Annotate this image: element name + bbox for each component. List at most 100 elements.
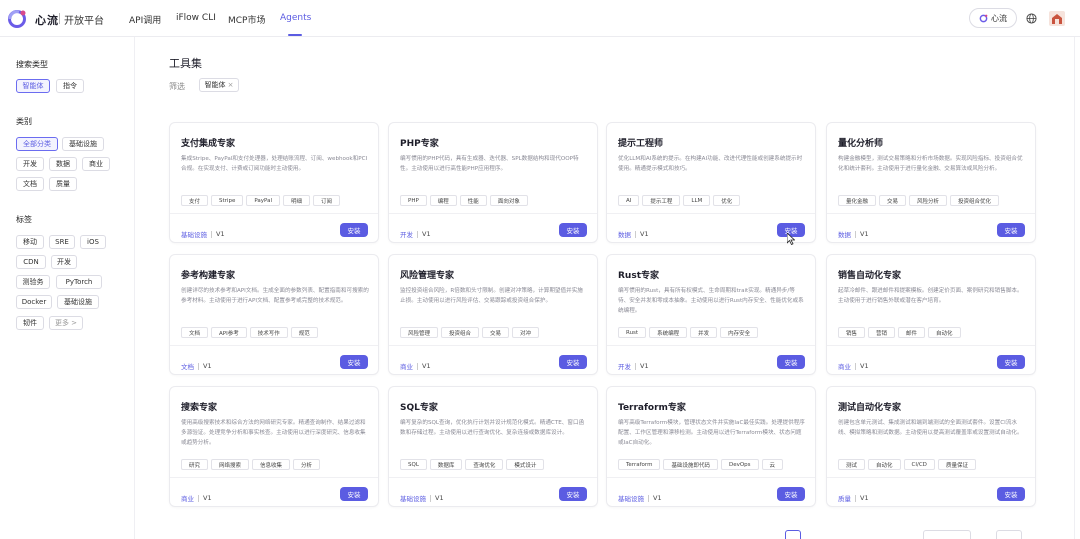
card-tag[interactable]: 支付 — [181, 195, 209, 206]
tag-chip[interactable]: Docker — [16, 295, 52, 309]
card-tag[interactable]: 分析 — [293, 459, 321, 470]
card-tag[interactable]: 自动化 — [928, 327, 961, 338]
card-tag[interactable]: CI/CD — [903, 459, 935, 470]
card-tag[interactable]: AI — [618, 195, 640, 206]
card-tag[interactable]: API参考 — [211, 327, 247, 338]
card-tag[interactable]: 信息收集 — [252, 459, 291, 470]
card-tag[interactable]: 系统编程 — [649, 327, 688, 338]
tag-chip[interactable]: SRE — [49, 235, 75, 249]
tag-more-button[interactable]: 更多 > — [49, 316, 83, 330]
category-docs[interactable]: 文档 — [16, 177, 44, 191]
card-title[interactable]: PHP专家 — [400, 136, 439, 149]
tag-chip[interactable]: 移动 — [16, 235, 44, 249]
card-tag[interactable]: 网络搜索 — [211, 459, 250, 470]
install-button[interactable]: 安装 — [997, 355, 1025, 369]
category-infra[interactable]: 基础设施 — [62, 137, 104, 151]
agent-card[interactable]: PHP专家 编写惯用的PHP代码，具有生成器、迭代器、SPL数据结构和现代OOP特… — [388, 122, 598, 243]
card-tag[interactable]: 编程 — [429, 195, 457, 206]
card-tag[interactable]: 营销 — [868, 327, 896, 338]
card-tag[interactable]: Stripe — [211, 195, 244, 206]
card-tag[interactable]: SQL — [400, 459, 427, 470]
card-title[interactable]: 提示工程师 — [618, 136, 663, 149]
install-button[interactable]: 安装 — [340, 355, 368, 369]
card-tag[interactable]: 质量保证 — [937, 459, 976, 470]
category-all[interactable]: 全部分类 — [16, 137, 58, 151]
card-title[interactable]: Terraform专家 — [618, 400, 686, 413]
card-tag[interactable]: 技术写作 — [249, 327, 288, 338]
card-title[interactable]: Rust专家 — [618, 268, 659, 281]
nav-agents[interactable]: Agents — [280, 13, 311, 23]
card-tag[interactable]: 交易 — [482, 327, 510, 338]
tag-chip[interactable]: CDN — [16, 255, 46, 269]
agent-card[interactable]: 参考构建专家 创建详尽的技术参考和API文档。生成全面的参数列表、配置指南和可搜索… — [169, 254, 379, 375]
card-category[interactable]: 数据 — [618, 229, 631, 239]
card-title[interactable]: 测试自动化专家 — [838, 400, 901, 413]
card-category[interactable]: 基础设施 — [400, 493, 426, 503]
pagination-size-select[interactable] — [923, 530, 971, 539]
agent-card[interactable]: Terraform专家 编写高级Terraform模块，管理状态文件并实施IaC最… — [606, 386, 816, 507]
category-data[interactable]: 数据 — [49, 157, 77, 171]
card-tag[interactable]: 文档 — [181, 327, 209, 338]
agent-card[interactable]: 销售自动化专家 起草冷邮件、跟进邮件和提案模板。创建定价页面、案例研究和销售脚本。… — [826, 254, 1036, 375]
card-title[interactable]: 量化分析师 — [838, 136, 883, 149]
install-button[interactable]: 安装 — [997, 487, 1025, 501]
card-tag[interactable]: 数据库 — [429, 459, 463, 470]
card-title[interactable]: 销售自动化专家 — [838, 268, 901, 281]
agent-card[interactable]: 提示工程师 优化LLM和AI系统的提示。在构建AI功能、改进代理性能或创建系统提示… — [606, 122, 816, 243]
card-tag[interactable]: PHP — [400, 195, 427, 206]
pagination-jump-input[interactable] — [996, 530, 1022, 539]
card-tag[interactable]: 投资组合 — [441, 327, 480, 338]
agent-card[interactable]: 量化分析师 构建金融模型，测试交易策略和分析市场数据。实现风险指标、投资组合优化和… — [826, 122, 1036, 243]
login-button[interactable]: 心流 — [969, 8, 1017, 28]
agent-card[interactable]: Rust专家 编写惯用的Rust，具有所有权模式、生命周期和trait实现。精通异… — [606, 254, 816, 375]
card-title[interactable]: SQL专家 — [400, 400, 438, 413]
card-category[interactable]: 质量 — [838, 493, 851, 503]
nav-api[interactable]: API调用 — [129, 13, 161, 26]
search-type-command[interactable]: 指令 — [56, 79, 84, 93]
card-category[interactable]: 商业 — [838, 361, 851, 371]
card-tag[interactable]: 研究 — [181, 459, 209, 470]
card-tag[interactable]: 云 — [761, 459, 784, 470]
tag-chip[interactable]: 开发 — [51, 255, 77, 269]
card-category[interactable]: 数据 — [838, 229, 851, 239]
agent-card[interactable]: 搜索专家 使用高级搜索技术和综合方法的网络研究专家。精通查询制作、结果过滤和多源验… — [169, 386, 379, 507]
install-button[interactable]: 安装 — [340, 223, 368, 237]
close-icon[interactable]: × — [228, 81, 234, 89]
card-tag[interactable]: 查询优化 — [465, 459, 504, 470]
tag-chip[interactable]: PyTorch — [56, 275, 102, 289]
filter-chip[interactable]: 智能体 × — [199, 78, 239, 92]
logo-icon[interactable] — [7, 9, 28, 28]
card-category[interactable]: 开发 — [618, 361, 631, 371]
scrollbar-track[interactable] — [1074, 37, 1075, 539]
card-category[interactable]: 基础设施 — [181, 229, 207, 239]
card-tag[interactable]: 量化金融 — [838, 195, 877, 206]
card-tag[interactable]: 销售 — [838, 327, 866, 338]
card-tag[interactable]: 提示工程 — [642, 195, 681, 206]
platform-name[interactable]: 开放平台 — [64, 12, 104, 27]
agent-card[interactable]: 风险管理专家 监控投资组合风险，R倍数和头寸限制。创建对冲策略，计算期望值并实施止… — [388, 254, 598, 375]
install-button[interactable]: 安装 — [340, 487, 368, 501]
globe-icon[interactable] — [1026, 13, 1037, 24]
nav-iflow-cli[interactable]: iFlow CLI — [176, 13, 216, 23]
card-tag[interactable]: 风险分析 — [909, 195, 948, 206]
avatar-icon[interactable] — [1049, 11, 1065, 26]
agent-card[interactable]: 支付集成专家 集成Stripe、PayPal和支付处理器，处理结账流程、订阅、we… — [169, 122, 379, 243]
card-tag[interactable]: 基础设施即代码 — [663, 459, 718, 470]
card-tag[interactable]: 模式设计 — [506, 459, 545, 470]
card-title[interactable]: 风险管理专家 — [400, 268, 454, 281]
install-button[interactable]: 安装 — [777, 355, 805, 369]
agent-card[interactable]: 测试自动化专家 创建包含单元测试、集成测试和端到端测试的全面测试套件。设置CI流水… — [826, 386, 1036, 507]
card-tag[interactable]: Rust — [618, 327, 647, 338]
card-tag[interactable]: LLM — [683, 195, 711, 206]
card-tag[interactable]: 性能 — [459, 195, 487, 206]
card-tag[interactable]: 内存安全 — [720, 327, 759, 338]
install-button[interactable]: 安装 — [559, 487, 587, 501]
card-tag[interactable]: PayPal — [246, 195, 280, 206]
nav-mcp-market[interactable]: MCP市场 — [228, 13, 265, 26]
install-button[interactable]: 安装 — [559, 355, 587, 369]
card-category[interactable]: 商业 — [181, 493, 194, 503]
install-button[interactable]: 安装 — [777, 487, 805, 501]
tag-chip[interactable]: 基础设施 — [57, 295, 99, 309]
tag-chip[interactable]: 韧件 — [16, 316, 44, 330]
card-tag[interactable]: 并发 — [690, 327, 718, 338]
